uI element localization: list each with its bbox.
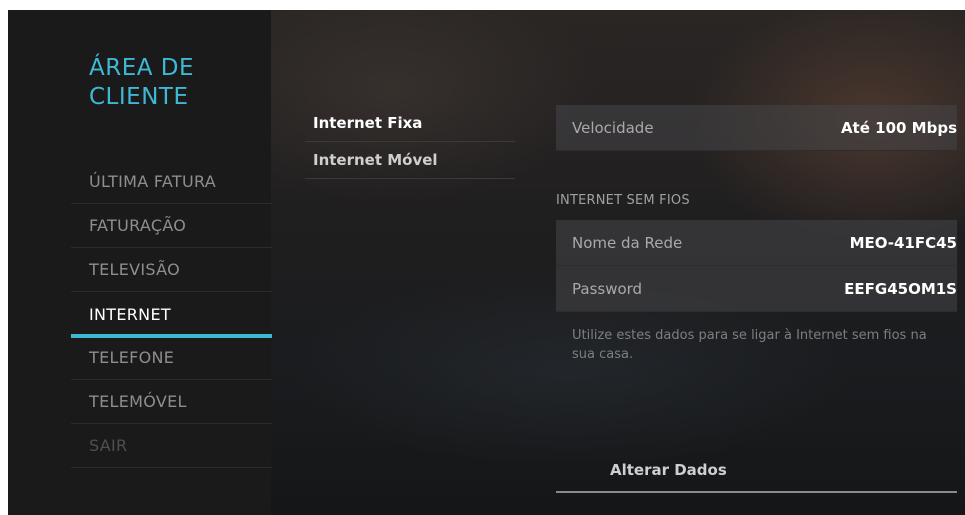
change-data-label: Alterar Dados [610, 461, 727, 479]
network-name-value: MEO-41FC45 [849, 233, 957, 252]
network-name-label: Nome da Rede [572, 233, 683, 252]
wifi-section-heading: INTERNET SEM FIOS [556, 193, 690, 208]
sidebar-menu: ÚLTIMA FATURA FATURAÇÃO TELEVISÃO INTERN… [71, 160, 272, 468]
speed-label: Velocidade [572, 118, 654, 137]
password-label: Password [572, 279, 643, 298]
submenu-item-internet-fixa[interactable]: Internet Fixa [305, 105, 515, 142]
sidebar-item-ultima-fatura[interactable]: ÚLTIMA FATURA [71, 160, 272, 204]
submenu-item-internet-movel[interactable]: Internet Móvel [305, 142, 515, 179]
speed-panel: Velocidade Até 100 Mbps [556, 105, 957, 151]
submenu: Internet Fixa Internet Móvel [305, 105, 515, 179]
speed-row: Velocidade Até 100 Mbps [556, 105, 957, 151]
wifi-panel: Nome da Rede MEO-41FC45 Password EEFG45O… [556, 220, 957, 312]
sidebar: ÁREA DE CLIENTE ÚLTIMA FATURA FATURAÇÃO … [8, 10, 272, 515]
password-value: EEFG45OM1S [844, 279, 957, 298]
wifi-note: Utilize estes dados para se ligar à Inte… [572, 328, 927, 362]
sidebar-item-sair[interactable]: SAIR [71, 424, 272, 468]
sidebar-item-telefone[interactable]: TELEFONE [71, 336, 272, 380]
speed-value: Até 100 Mbps [840, 118, 957, 137]
network-name-row: Nome da Rede MEO-41FC45 [556, 220, 957, 266]
sidebar-item-telemovel[interactable]: TELEMÓVEL [71, 380, 272, 424]
change-data-button[interactable]: Alterar Dados [556, 455, 957, 493]
sidebar-item-televisao[interactable]: TELEVISÃO [71, 248, 272, 292]
sidebar-item-faturacao[interactable]: FATURAÇÃO [71, 204, 272, 248]
sidebar-item-internet[interactable]: INTERNET [71, 292, 272, 338]
password-row: Password EEFG45OM1S [556, 266, 957, 312]
sidebar-title: ÁREA DE CLIENTE [89, 55, 195, 110]
